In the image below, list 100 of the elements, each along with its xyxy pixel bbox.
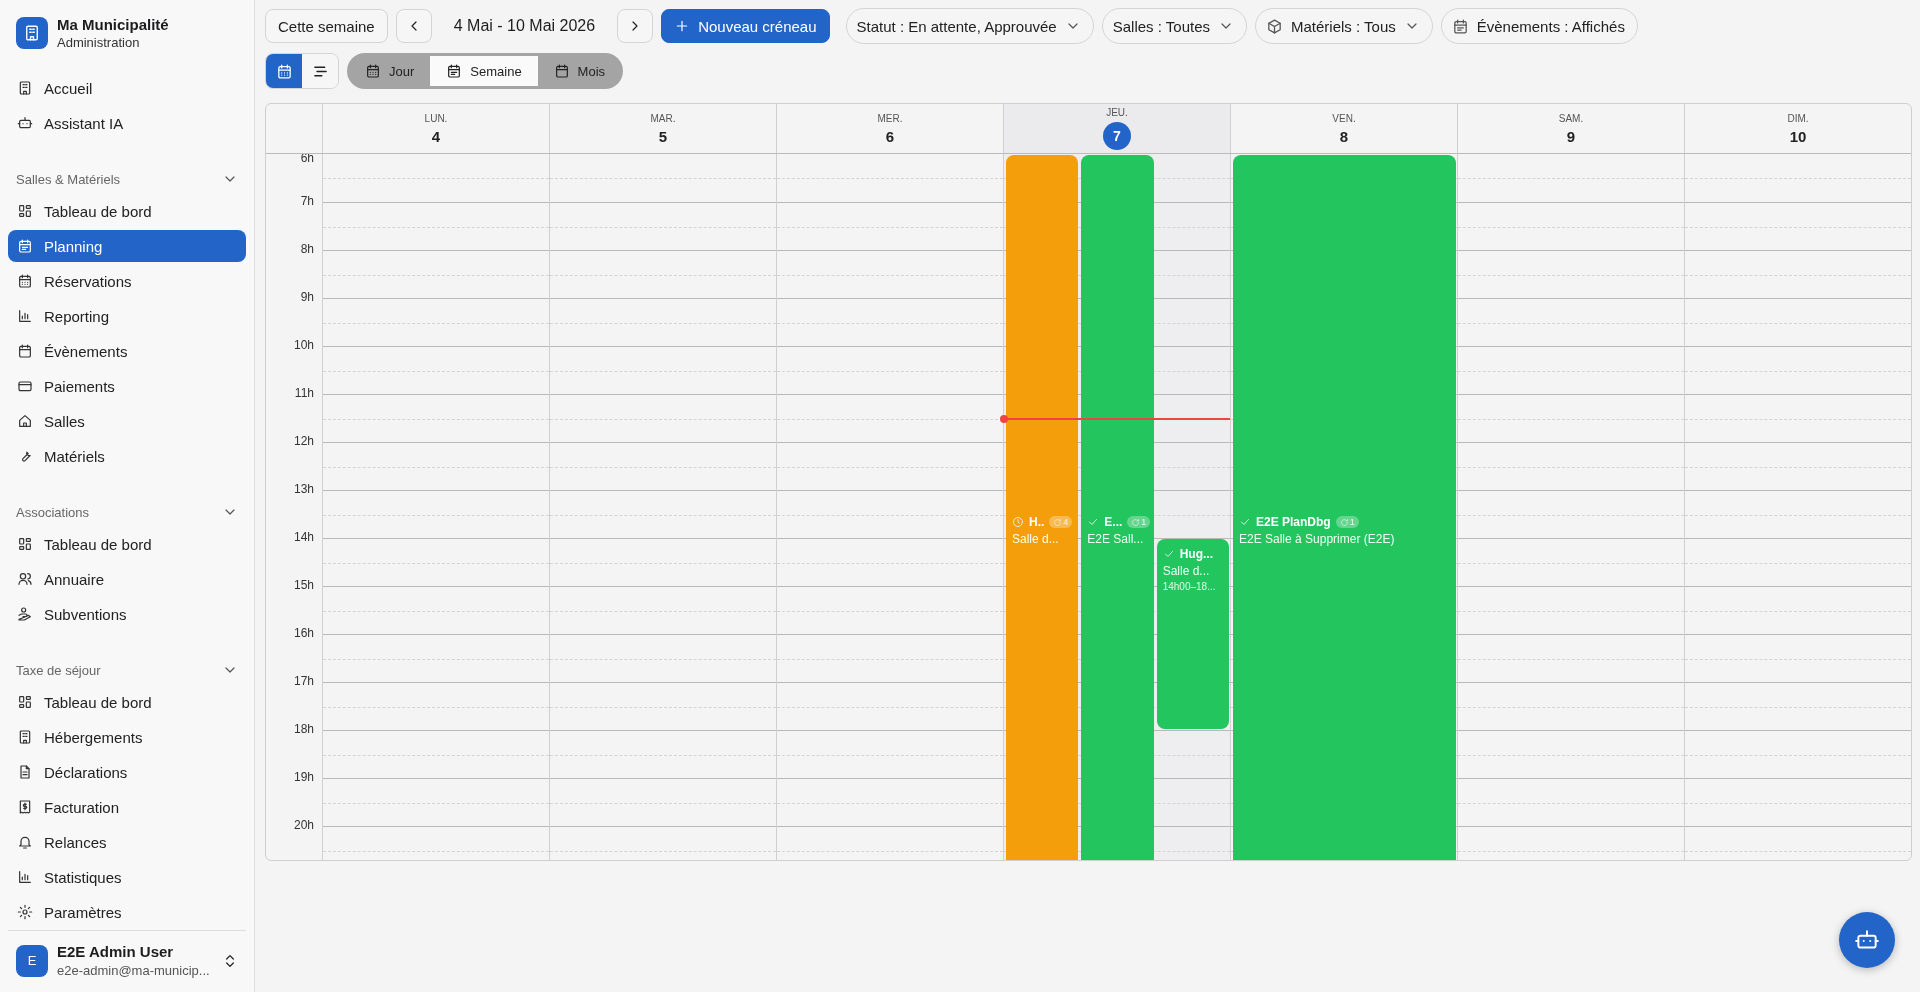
- robot-icon: [17, 115, 33, 131]
- clock-icon: [1012, 516, 1024, 528]
- bell-icon: [17, 834, 33, 850]
- day-number: 7: [1103, 122, 1131, 150]
- sidebar-item[interactable]: Reporting: [8, 300, 246, 332]
- day-name: VEN.: [1332, 112, 1356, 124]
- sidebar-item[interactable]: Paiements: [8, 370, 246, 402]
- user-name: E2E Admin User: [57, 943, 175, 960]
- box-icon: [1266, 17, 1283, 35]
- new-slot-button[interactable]: Nouveau créneau: [661, 9, 830, 43]
- view-tab[interactable]: Jour: [351, 56, 429, 86]
- sidebar-item[interactable]: Accueil: [8, 72, 246, 104]
- building-icon: [23, 24, 41, 42]
- calendar-view-button[interactable]: [266, 54, 302, 88]
- event-time: 14h00–18...: [1162, 581, 1217, 592]
- refresh-icon: [1053, 517, 1063, 527]
- hour-label: 14h: [293, 530, 314, 544]
- day-name: LUN.: [424, 112, 448, 124]
- day-number: 5: [658, 127, 668, 145]
- event-title: H..: [1029, 515, 1045, 529]
- sidebar-item[interactable]: Réservations: [8, 265, 246, 297]
- sidebar-item[interactable]: Assistant IA: [8, 107, 246, 139]
- sidebar-item[interactable]: Paramètres: [8, 896, 246, 928]
- document-icon: [17, 764, 33, 780]
- calendar-lines-icon: [446, 63, 463, 79]
- users-icon: [17, 571, 33, 587]
- event-title: Hug...: [1179, 547, 1213, 561]
- sidebar-item[interactable]: Évènements: [8, 335, 246, 367]
- hour-label: 11h: [294, 386, 314, 400]
- day-number: 6: [885, 127, 895, 145]
- section-title: Associations: [16, 504, 89, 520]
- hour-label: 8h: [300, 242, 314, 256]
- hour-label: 20h: [293, 818, 314, 832]
- receipt-icon: [17, 799, 33, 815]
- hour-label: 16h: [293, 626, 314, 640]
- day-name: JEU.: [1106, 107, 1128, 118]
- section-title: Salles & Matériels: [16, 171, 121, 187]
- count-badge: 1: [1127, 516, 1151, 528]
- card-icon: [17, 378, 33, 394]
- filter-button[interactable]: Statut : En attente, Approuvée: [845, 8, 1094, 44]
- building-icon: [17, 729, 33, 745]
- org-subtitle: Administration: [57, 35, 141, 50]
- bar-chart-icon: [17, 308, 33, 324]
- hour-label: 12h: [293, 434, 314, 448]
- sidebar-item[interactable]: Déclarations: [8, 756, 246, 788]
- hour-label: 18h: [293, 722, 314, 736]
- view-tab[interactable]: Mois: [539, 56, 620, 86]
- sidebar-item[interactable]: Relances: [8, 826, 246, 858]
- hour-label: 19h: [293, 770, 314, 784]
- event-title: E...: [1104, 515, 1123, 529]
- grid-icon: [17, 203, 33, 219]
- org-name: Ma Municipalité: [57, 16, 169, 33]
- calendar-lines-icon: [1451, 17, 1469, 35]
- calendar-icon: [553, 63, 570, 79]
- sidebar-item[interactable]: Tableau de bord: [8, 686, 246, 718]
- filter-button[interactable]: Matériels : Tous: [1255, 8, 1433, 44]
- count-badge: 4: [1049, 516, 1073, 528]
- calendar-icon: [17, 343, 33, 359]
- sidebar-item[interactable]: Subventions: [8, 598, 246, 630]
- day-number: 8: [1339, 127, 1349, 145]
- user-email: e2e-admin@ma-municip...: [57, 963, 211, 978]
- event-title: E2E PlanDbg: [1256, 515, 1331, 529]
- check-icon: [1087, 516, 1100, 528]
- date-range: 4 Mai - 10 Mai 2026: [452, 17, 597, 35]
- day-name: SAM.: [1558, 112, 1584, 124]
- day-name: DIM.: [1787, 112, 1809, 124]
- day-name: MAR.: [650, 112, 676, 124]
- sidebar-item[interactable]: Matériels: [8, 440, 246, 472]
- hour-label: 15h: [293, 578, 314, 592]
- section-title: Taxe de séjour: [16, 662, 101, 678]
- user-avatar: E: [16, 944, 48, 977]
- day-number: 4: [431, 127, 441, 145]
- sidebar-item[interactable]: Statistiques: [8, 861, 246, 893]
- calendar-grid-icon: [275, 62, 293, 80]
- day-number: 9: [1566, 127, 1576, 145]
- refresh-icon: [1131, 517, 1141, 527]
- filter-button[interactable]: Salles : Toutes: [1101, 8, 1247, 44]
- check-icon: [1239, 516, 1251, 528]
- sidebar-item[interactable]: Hébergements: [8, 721, 246, 753]
- sidebar-item[interactable]: Tableau de bord: [8, 195, 246, 227]
- event-room: Salle d...: [1162, 564, 1211, 578]
- grid-icon: [17, 694, 33, 710]
- house-icon: [17, 413, 33, 429]
- hour-label: 13h: [293, 482, 314, 496]
- building-icon: [17, 80, 33, 96]
- calendar-lines-icon: [17, 238, 33, 254]
- event-room: Salle d...: [1012, 532, 1060, 546]
- filter-button[interactable]: Évènements : Affichés: [1440, 8, 1638, 44]
- sidebar-item[interactable]: Tableau de bord: [8, 528, 246, 560]
- sidebar-item[interactable]: Facturation: [8, 791, 246, 823]
- hour-label: 9h: [300, 290, 314, 304]
- count-badge: 1: [1335, 516, 1359, 528]
- hour-label: 17h: [293, 674, 314, 688]
- assistant-button[interactable]: [1839, 912, 1895, 968]
- sidebar-item[interactable]: Salles: [8, 405, 246, 437]
- sidebar-item[interactable]: Annuaire: [8, 563, 246, 595]
- this-week-button[interactable]: Cette semaine: [265, 9, 388, 43]
- event-room: E2E Salle à Supprimer (E2E): [1239, 532, 1396, 546]
- view-tab[interactable]: Semaine: [430, 56, 538, 86]
- sidebar-item[interactable]: Planning: [8, 230, 246, 262]
